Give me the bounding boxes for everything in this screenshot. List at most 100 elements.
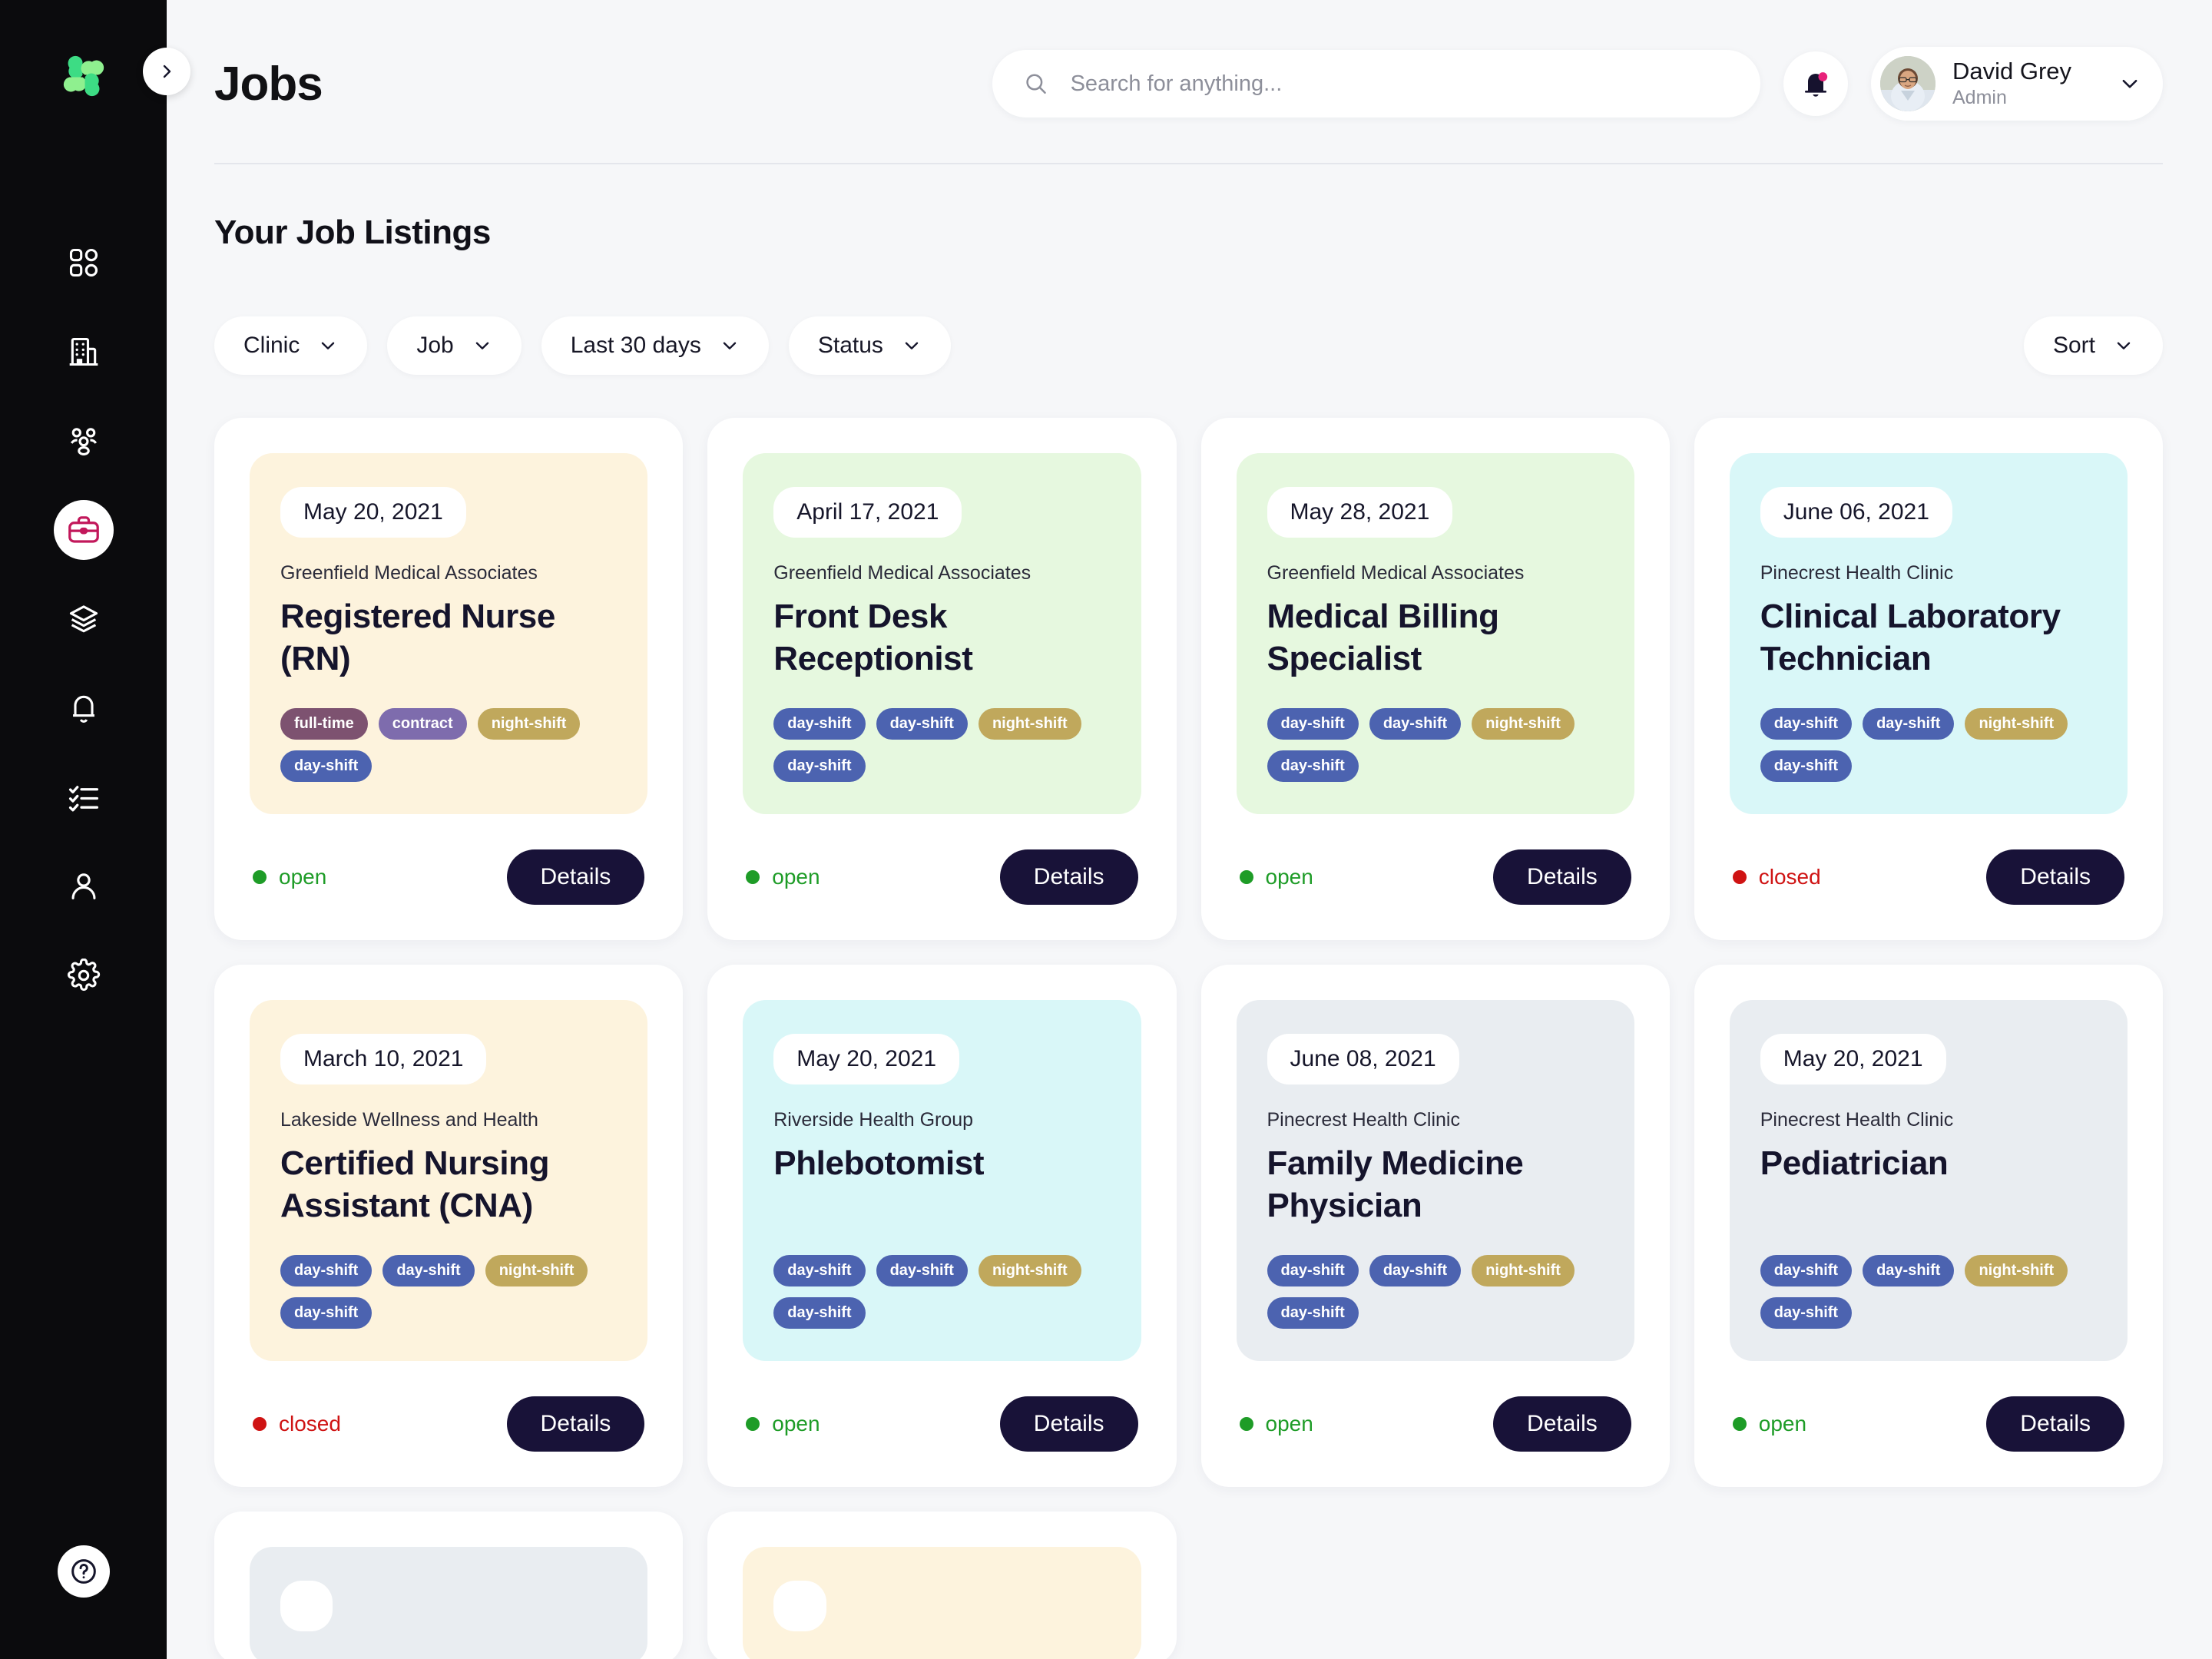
- status-badge: closed: [1732, 865, 1821, 889]
- job-tag: day-shift: [280, 1255, 373, 1286]
- layers-stack-icon: [69, 605, 98, 633]
- sidebar-item-staff[interactable]: [54, 411, 114, 471]
- job-date: May 20, 2021: [773, 1034, 960, 1084]
- status-dot-icon: [253, 1417, 267, 1431]
- job-tag: night-shift: [1472, 708, 1575, 740]
- details-button[interactable]: Details: [1986, 849, 2124, 905]
- job-tag: day-shift: [1863, 708, 1955, 740]
- job-card[interactable]: May 20, 2021 Pinecrest Health Clinic Ped…: [1694, 965, 2163, 1487]
- sort-button[interactable]: Sort: [2023, 316, 2163, 375]
- sidebar-item-jobs[interactable]: [53, 500, 114, 560]
- job-card-partial[interactable]: [214, 1512, 684, 1659]
- filter-last-30-days[interactable]: Last 30 days: [541, 316, 769, 375]
- job-card-body: May 28, 2021 Greenfield Medical Associat…: [1236, 453, 1634, 814]
- job-tag: day-shift: [876, 708, 968, 740]
- status-badge: open: [253, 865, 326, 889]
- job-tags: day-shift day-shift night-shift day-shift: [773, 708, 1110, 782]
- sidebar-item-notifications[interactable]: [54, 678, 114, 738]
- user-profile-menu[interactable]: David Grey Admin: [1871, 47, 2163, 121]
- sidebar-item-tasks[interactable]: [54, 767, 114, 827]
- sidebar-item-dashboard[interactable]: [54, 233, 114, 293]
- job-card-body: May 20, 2021 Pinecrest Health Clinic Ped…: [1729, 1000, 2128, 1361]
- job-card[interactable]: May 28, 2021 Greenfield Medical Associat…: [1200, 418, 1670, 940]
- job-tag: night-shift: [485, 1255, 588, 1286]
- search-input[interactable]: [1070, 71, 1730, 97]
- job-company: Greenfield Medical Associates: [773, 562, 1031, 584]
- job-tag: day-shift: [1760, 1297, 1853, 1329]
- app-logo[interactable]: [55, 48, 112, 104]
- status-label: open: [1265, 865, 1313, 889]
- job-tag: day-shift: [1267, 750, 1359, 782]
- details-button[interactable]: Details: [1986, 1396, 2124, 1452]
- checklist-icon: [68, 786, 98, 812]
- sidebar-item-profile[interactable]: [54, 856, 114, 916]
- job-tags: full-time contract night-shift day-shift: [280, 708, 617, 782]
- sidebar-nav: [53, 233, 114, 1035]
- sidebar-item-clinics[interactable]: [54, 322, 114, 382]
- filter-status[interactable]: Status: [788, 316, 951, 375]
- grid-dashboard-icon: [69, 248, 98, 277]
- main-content: Jobs Search for anything... David Grey A…: [167, 0, 2212, 1659]
- job-card-body: June 06, 2021 Pinecrest Health Clinic Cl…: [1729, 453, 2128, 814]
- filter-bar: Clinic Job Last 30 days Status Sort: [214, 316, 2163, 375]
- job-tag: night-shift: [1965, 708, 2068, 740]
- details-button[interactable]: Details: [506, 1396, 645, 1452]
- sort-label: Sort: [2052, 333, 2095, 358]
- details-button[interactable]: Details: [999, 1396, 1138, 1452]
- job-tags: day-shift day-shift night-shift day-shift: [1267, 708, 1604, 782]
- job-card-footer: open Details: [1237, 814, 1634, 940]
- job-card[interactable]: March 10, 2021 Lakeside Wellness and Hea…: [214, 965, 684, 1487]
- notification-button[interactable]: [1783, 51, 1848, 116]
- job-date: April 17, 2021: [773, 487, 962, 538]
- people-group-icon: [70, 428, 97, 455]
- job-card[interactable]: May 20, 2021 Riverside Health Group Phle…: [707, 965, 1177, 1487]
- job-tag: day-shift: [1863, 1255, 1955, 1286]
- details-button[interactable]: Details: [1493, 849, 1631, 905]
- user-name: David Grey: [1952, 57, 2072, 84]
- job-tags: day-shift day-shift night-shift day-shift: [280, 1255, 617, 1329]
- filter-label: Job: [416, 333, 454, 358]
- details-button[interactable]: Details: [506, 849, 645, 905]
- job-title: Family Medicine Physician: [1267, 1144, 1524, 1225]
- job-company: Pinecrest Health Clinic: [1760, 562, 1954, 584]
- job-tags: day-shift day-shift night-shift day-shift: [1760, 1255, 2097, 1329]
- details-button[interactable]: Details: [999, 849, 1138, 905]
- filter-clinic[interactable]: Clinic: [214, 316, 368, 375]
- status-badge: open: [746, 1412, 820, 1436]
- status-badge: open: [1239, 1412, 1313, 1436]
- job-tag: contract: [378, 708, 467, 740]
- status-label: closed: [279, 1412, 341, 1435]
- job-date: [773, 1581, 826, 1631]
- status-dot-icon: [1732, 1417, 1747, 1431]
- job-card-footer: open Details: [743, 814, 1141, 940]
- job-tag: night-shift: [978, 1255, 1081, 1286]
- sidebar-item-layers[interactable]: [54, 589, 114, 649]
- status-label: open: [1758, 1412, 1807, 1435]
- job-card[interactable]: June 08, 2021 Pinecrest Health Clinic Fa…: [1200, 965, 1670, 1487]
- filter-label: Clinic: [243, 333, 300, 358]
- search-bar[interactable]: [992, 50, 1760, 118]
- job-title: Registered Nurse (RN): [280, 598, 555, 678]
- job-card-footer: open Details: [743, 1361, 1141, 1487]
- filter-job[interactable]: Job: [387, 316, 522, 375]
- job-card[interactable]: June 06, 2021 Pinecrest Health Clinic Cl…: [1694, 418, 2163, 940]
- job-tag: day-shift: [1760, 708, 1853, 740]
- sidebar-item-settings[interactable]: [54, 945, 114, 1005]
- job-title: Front Desk Receptionist: [773, 598, 973, 678]
- details-button[interactable]: Details: [1493, 1396, 1631, 1452]
- status-dot-icon: [253, 870, 267, 884]
- topbar: Jobs Search for anything... David Grey A…: [214, 0, 2163, 163]
- job-card[interactable]: May 20, 2021 Greenfield Medical Associat…: [214, 418, 684, 940]
- job-tag: day-shift: [280, 750, 373, 782]
- job-card-partial[interactable]: [707, 1512, 1177, 1659]
- status-label: open: [279, 865, 327, 889]
- chevron-right-icon: [163, 65, 171, 78]
- chevron-down-icon: [723, 342, 737, 349]
- job-company: Pinecrest Health Clinic: [1267, 1109, 1461, 1131]
- clover-logo-icon: [63, 55, 104, 97]
- job-card[interactable]: April 17, 2021 Greenfield Medical Associ…: [707, 418, 1177, 940]
- job-card-body: June 08, 2021 Pinecrest Health Clinic Fa…: [1236, 1000, 1634, 1361]
- chevron-down-icon: [2122, 79, 2137, 88]
- help-button[interactable]: [57, 1545, 110, 1598]
- sidebar-collapse-button[interactable]: [143, 48, 190, 95]
